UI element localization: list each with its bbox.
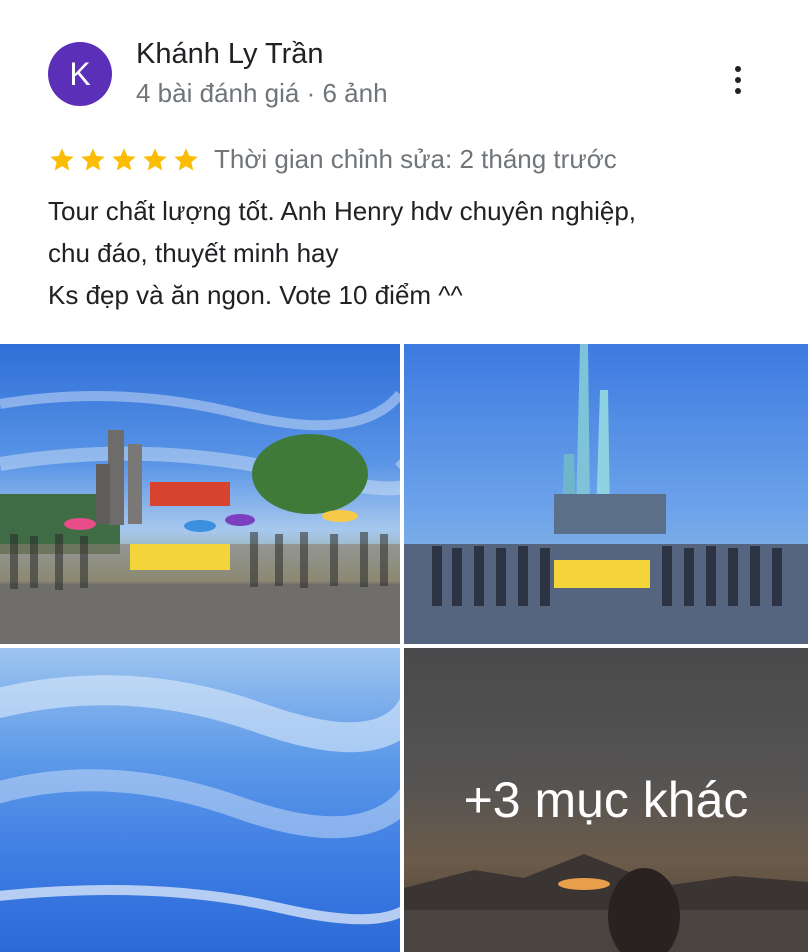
star-icon: [50, 147, 74, 170]
star-icon: [174, 147, 198, 170]
group-photo-monument-icon: [404, 344, 808, 644]
review-line: chu đáo, thuyết minh hay: [48, 238, 339, 268]
review-photo-1[interactable]: [0, 344, 400, 644]
review-text: Tour chất lượng tốt. Anh Henry hdv chuyê…: [48, 190, 768, 316]
star-icon: [143, 147, 167, 170]
reviewer-name[interactable]: Khánh Ly Trần: [136, 38, 324, 71]
sky-photo-icon: [0, 675, 400, 925]
edited-time: Thời gian chỉnh sửa: 2 tháng trước: [214, 144, 617, 174]
group-photo-rock-gate-icon: [0, 390, 400, 644]
review-photo-2[interactable]: [404, 344, 808, 644]
more-photos-label: +3 mục khác: [463, 772, 749, 828]
review-photo-4[interactable]: +3 mục khác: [404, 648, 808, 952]
star-icon: [112, 147, 136, 170]
more-options-button[interactable]: [718, 60, 758, 100]
star-rating: [48, 146, 200, 174]
avatar[interactable]: K: [48, 42, 112, 106]
review-photo-3[interactable]: [0, 648, 400, 952]
review-line: Ks đẹp và ăn ngon. Vote 10 điểm ^^: [48, 280, 463, 310]
rating-row: Thời gian chỉnh sửa: 2 tháng trước: [48, 144, 617, 175]
avatar-letter: K: [69, 55, 91, 92]
reviewer-meta: 4 bài đánh giá · 6 ảnh: [136, 78, 388, 108]
star-icon: [81, 147, 105, 170]
more-vert-icon: [735, 66, 741, 72]
review-line: Tour chất lượng tốt. Anh Henry hdv chuyê…: [48, 196, 637, 226]
